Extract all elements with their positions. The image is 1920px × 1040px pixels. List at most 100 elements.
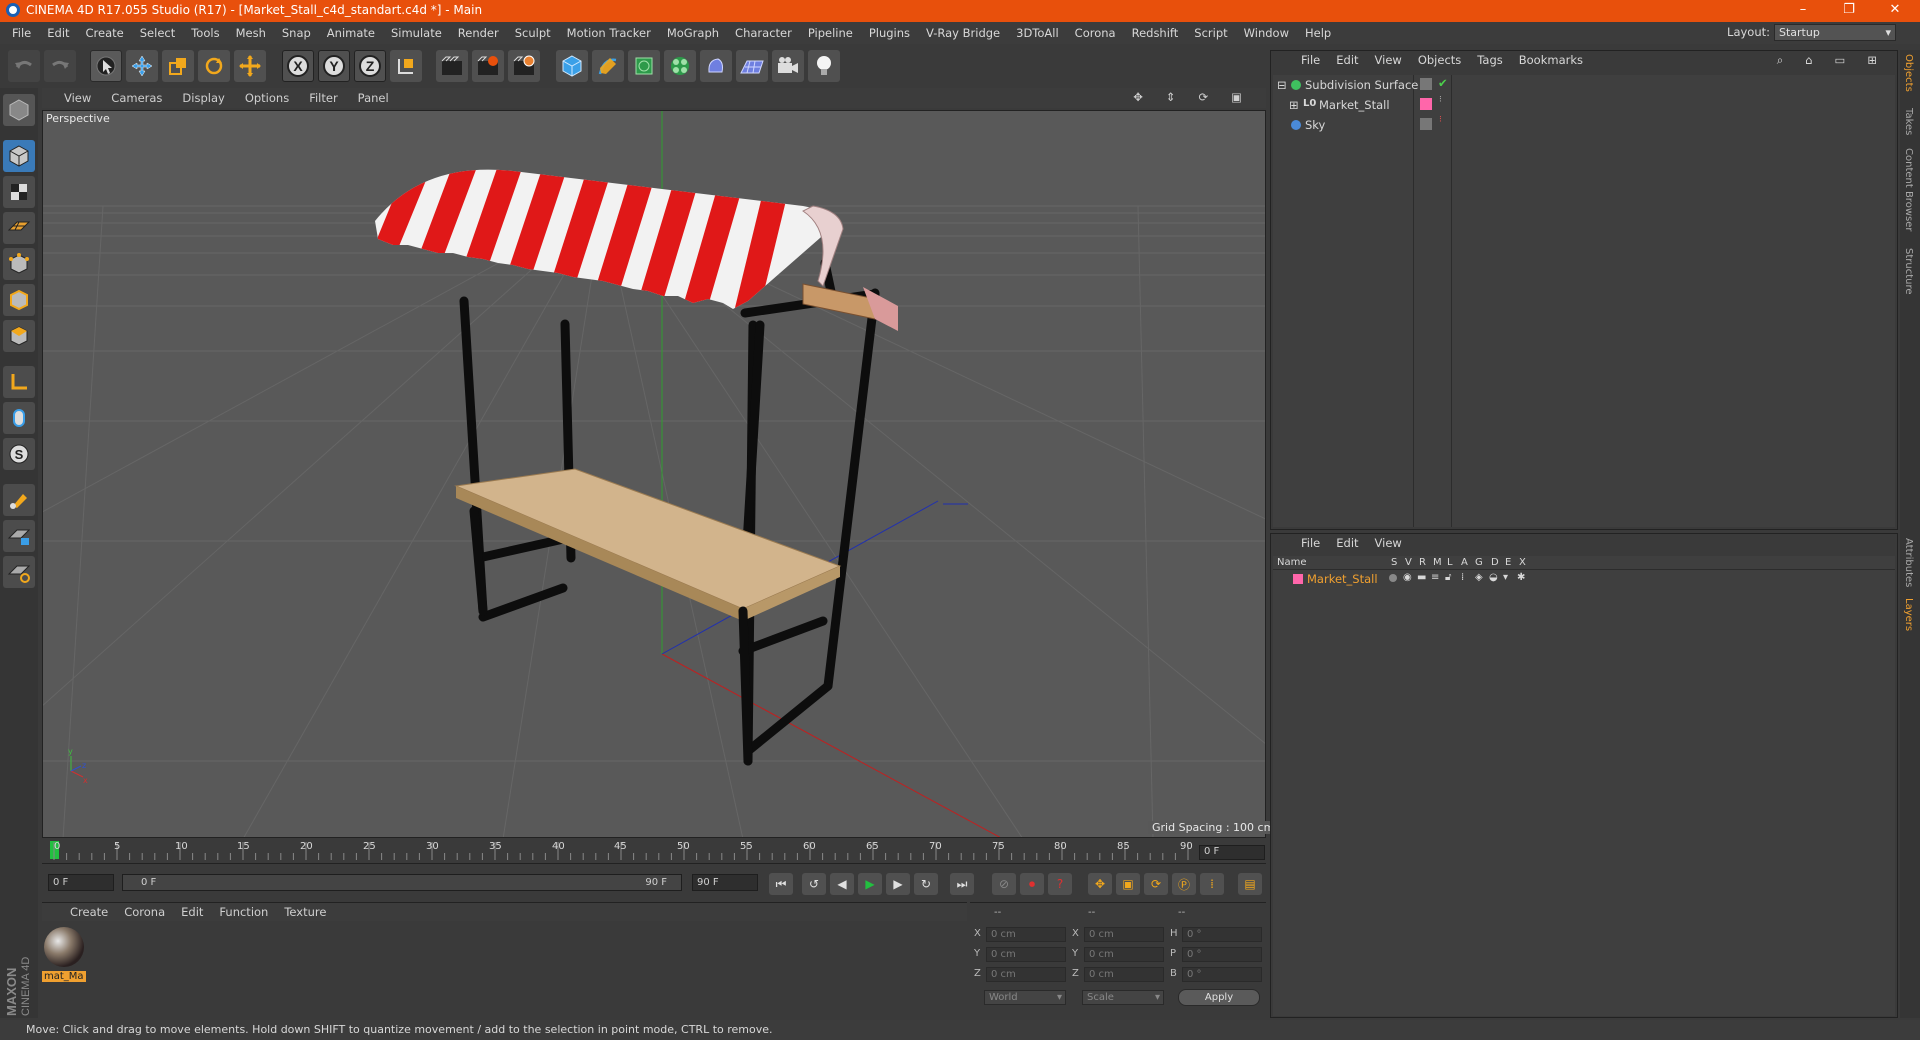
- layer-row-market-stall[interactable]: Market_Stall ◉ ▬ ≡ 🔓︎ ⁞ ◈ ◒ ▾ ✱: [1273, 571, 1895, 587]
- rotation-p-field[interactable]: 0 °: [1182, 947, 1262, 962]
- menu-tools[interactable]: Tools: [183, 26, 227, 40]
- menu-create[interactable]: Create: [78, 26, 132, 40]
- menu-plugins[interactable]: Plugins: [861, 26, 918, 40]
- object-row-sky[interactable]: Sky ⁝: [1273, 115, 1895, 135]
- enabled-check-icon[interactable]: ✔: [1438, 76, 1448, 90]
- menu-sculpt[interactable]: Sculpt: [507, 26, 559, 40]
- menu-vray-bridge[interactable]: V-Ray Bridge: [918, 26, 1008, 40]
- home-icon[interactable]: ⌂: [1797, 53, 1820, 68]
- lm-menu-view[interactable]: View: [1367, 536, 1410, 550]
- visibility-dots-icon[interactable]: ⁝: [1439, 115, 1442, 125]
- menu-file[interactable]: File: [4, 26, 39, 40]
- locked-workplane-icon[interactable]: [3, 520, 35, 552]
- start-frame-field[interactable]: 0 F: [48, 874, 114, 891]
- render-view-icon[interactable]: [436, 50, 468, 82]
- rotation-h-field[interactable]: 0 °: [1182, 927, 1262, 942]
- render-settings-icon[interactable]: [508, 50, 540, 82]
- column-render[interactable]: R: [1419, 557, 1426, 568]
- menu-animate[interactable]: Animate: [319, 26, 383, 40]
- render-to-picture-viewer-icon[interactable]: [472, 50, 504, 82]
- enable-snap-icon[interactable]: [3, 484, 35, 516]
- object-row-subdivision-surface[interactable]: ⊟ Subdivision Surface ✔: [1273, 75, 1895, 95]
- texture-mode-icon[interactable]: [3, 176, 35, 208]
- end-frame-field[interactable]: 90 F: [692, 874, 758, 891]
- rotation-b-field[interactable]: 0 °: [1182, 967, 1262, 982]
- previous-frame-icon[interactable]: ◀: [830, 873, 854, 895]
- rotate-icon[interactable]: [198, 50, 230, 82]
- preview-range-slider[interactable]: 0 F 90 F: [122, 874, 682, 891]
- view-eye-icon[interactable]: ◉: [1403, 572, 1412, 583]
- rotate-view-icon[interactable]: ⟳: [1188, 90, 1218, 104]
- edges-mode-icon[interactable]: [3, 284, 35, 316]
- column-name[interactable]: Name: [1277, 557, 1307, 568]
- viewport-menu-display[interactable]: Display: [172, 91, 234, 105]
- menu-script[interactable]: Script: [1186, 26, 1235, 40]
- workplane-mode-icon[interactable]: [3, 212, 35, 244]
- minimize-button[interactable]: –: [1780, 0, 1826, 22]
- menu-character[interactable]: Character: [727, 26, 800, 40]
- collapse-icon[interactable]: ⊟: [1277, 78, 1287, 92]
- record-pla-icon[interactable]: ⁞: [1200, 873, 1224, 895]
- close-button[interactable]: ✕: [1872, 0, 1918, 22]
- menu-mesh[interactable]: Mesh: [228, 26, 274, 40]
- next-frame-icon[interactable]: ▶: [886, 873, 910, 895]
- keyframe-selection-icon[interactable]: ?: [1048, 873, 1072, 895]
- perspective-viewport[interactable]: y x z: [42, 110, 1266, 838]
- material-menu-corona[interactable]: Corona: [116, 905, 173, 919]
- om-menu-view[interactable]: View: [1367, 53, 1410, 67]
- position-z-field[interactable]: 0 cm: [986, 967, 1066, 982]
- object-row-market-stall[interactable]: ⊞ L0 Market_Stall ⁝: [1273, 95, 1895, 115]
- column-generators[interactable]: G: [1475, 557, 1483, 568]
- menu-redshift[interactable]: Redshift: [1124, 26, 1187, 40]
- timeline-ruler[interactable]: 0 5 10 15 20 25 30 35 40 45 50 55 60 65 …: [42, 840, 1266, 864]
- column-solo[interactable]: S: [1391, 557, 1397, 568]
- viewport-menu-options[interactable]: Options: [235, 91, 299, 105]
- spline-pen-icon[interactable]: [592, 50, 624, 82]
- material-menu-function[interactable]: Function: [211, 905, 276, 919]
- record-active-objects-icon[interactable]: ⊘: [992, 873, 1016, 895]
- floor-icon[interactable]: [736, 50, 768, 82]
- coordinate-system-select[interactable]: World ▾: [984, 990, 1066, 1005]
- column-manager[interactable]: M: [1433, 557, 1442, 568]
- tab-attributes[interactable]: Attributes: [1903, 538, 1914, 587]
- light-icon[interactable]: [808, 50, 840, 82]
- cloner-icon[interactable]: [664, 50, 696, 82]
- om-menu-file[interactable]: File: [1293, 53, 1328, 67]
- make-editable-icon[interactable]: [3, 94, 35, 126]
- column-expressions[interactable]: E: [1505, 557, 1511, 568]
- camera-icon[interactable]: [772, 50, 804, 82]
- layer-color-swatch[interactable]: [1420, 98, 1432, 110]
- viewport-menu-view[interactable]: View: [42, 91, 101, 105]
- lm-menu-file[interactable]: File: [1293, 536, 1328, 550]
- position-y-field[interactable]: 0 cm: [986, 947, 1066, 962]
- column-deformers[interactable]: D: [1491, 557, 1499, 568]
- position-x-field[interactable]: 0 cm: [986, 927, 1066, 942]
- solo-mode-icon[interactable]: S: [3, 438, 35, 470]
- menu-window[interactable]: Window: [1236, 26, 1297, 40]
- cube-object-icon[interactable]: [556, 50, 588, 82]
- menu-render[interactable]: Render: [450, 26, 507, 40]
- viewport-menu-cameras[interactable]: Cameras: [101, 91, 172, 105]
- tweak-mode-icon[interactable]: [3, 402, 35, 434]
- tab-takes[interactable]: Takes: [1903, 108, 1914, 135]
- tab-objects[interactable]: Objects: [1903, 54, 1914, 92]
- material-menu-create[interactable]: Create: [62, 905, 116, 919]
- redo-icon[interactable]: [44, 50, 76, 82]
- material-menu-edit[interactable]: Edit: [173, 905, 211, 919]
- go-to-end-icon[interactable]: ⏭: [950, 873, 974, 895]
- model-mode-icon[interactable]: [3, 140, 35, 172]
- live-selection-icon[interactable]: [90, 50, 122, 82]
- deformers-icon[interactable]: ◒: [1489, 572, 1498, 583]
- material-menu-texture[interactable]: Texture: [276, 905, 334, 919]
- expressions-icon[interactable]: ▾: [1503, 572, 1508, 583]
- axis-mode-icon[interactable]: [3, 366, 35, 398]
- current-frame-field[interactable]: 0 F: [1199, 845, 1265, 860]
- size-mode-select[interactable]: Scale ▾: [1082, 990, 1164, 1005]
- minimize-panel-icon[interactable]: ▭: [1826, 53, 1853, 68]
- undo-icon[interactable]: [8, 50, 40, 82]
- points-mode-icon[interactable]: [3, 248, 35, 280]
- menu-snap[interactable]: Snap: [274, 26, 319, 40]
- x-axis-lock-button[interactable]: X: [282, 50, 314, 82]
- column-view[interactable]: V: [1405, 557, 1412, 568]
- menu-corona[interactable]: Corona: [1067, 26, 1124, 40]
